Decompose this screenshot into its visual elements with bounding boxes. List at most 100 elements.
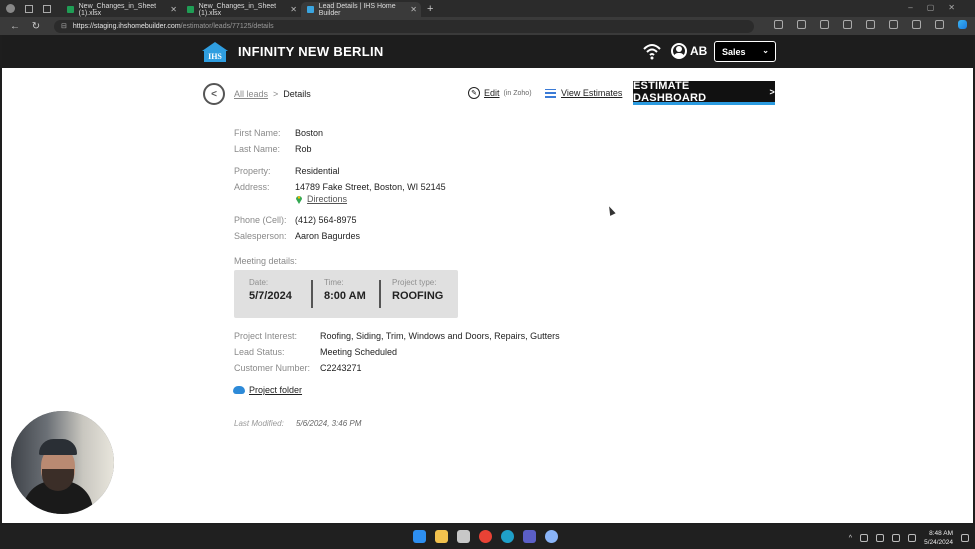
estimate-dashboard-button[interactable]: ESTIMATE DASHBOARD > [633,79,775,105]
extensions-icon[interactable] [912,20,921,29]
close-tab-icon[interactable]: ✕ [410,5,417,14]
taskbar-clock[interactable]: 8:48 AM 5/24/2024 [924,529,953,547]
notification-bell-icon[interactable] [961,534,969,542]
view-estimates-link[interactable]: View Estimates [561,88,622,98]
network-icon[interactable] [876,534,885,542]
tab-title: New_Changes_in_Sheet (1).xlsx [78,2,157,17]
browser-tab-1[interactable]: New_Changes_in_Sheet (1).xlsx ✕ [61,2,181,17]
settings-icon[interactable] [545,530,558,543]
split-screen-icon[interactable] [843,20,852,29]
last-modified: Last Modified: 5/6/2024, 3:46 PM [234,419,361,428]
estimate-dashboard-label: ESTIMATE DASHBOARD [633,79,707,104]
property-label: Property: [234,166,271,176]
new-tab-icon[interactable]: + [427,3,433,15]
role-select[interactable]: Sales ⌄ [714,41,776,62]
address-label: Address: [234,182,270,192]
site-header: IHS INFINITY NEW BERLIN AB Sales ⌄ [2,35,973,68]
project-type-label: Project type: [392,278,437,287]
phone-label: Phone (Cell): [234,215,287,225]
chevron-left-icon: < [211,88,217,100]
address-bar-row: ← ↻ ⊟ https://staging.ihshomebuilder.com… [0,17,975,35]
read-aloud-icon[interactable] [797,20,806,29]
tab-title: New_Changes_in_Sheet (1).xlsx [198,2,277,17]
onedrive-cloud-icon [233,386,245,394]
lead-status-value: Meeting Scheduled [320,347,398,357]
favorite-star-icon[interactable] [820,20,829,29]
url-host: https://staging.ihshomebuilder.com [72,22,181,30]
project-interest-label: Project Interest: [234,331,298,341]
browser-tab-strip: New_Changes_in_Sheet (1).xlsx ✕ New_Chan… [0,0,975,17]
edit-in-zoho: ✎ Edit (in Zoho) [468,87,532,99]
more-menu-icon[interactable] [935,20,944,29]
back-arrow-icon[interactable]: ← [9,21,21,32]
back-button[interactable]: < [203,83,225,105]
phone-value[interactable]: (412) 564-8975 [295,215,357,225]
taskbar: ^ 8:48 AM 5/24/2024 [0,525,975,549]
project-interest-value: Roofing, Siding, Trim, Windows and Doors… [320,331,560,341]
browser-toolbar [774,20,967,29]
view-estimates: View Estimates [545,88,622,98]
browser-tab-2[interactable]: New_Changes_in_Sheet (1).xlsx ✕ [181,2,301,17]
breadcrumb: All leads > Details [234,89,311,99]
windows-start-icon[interactable] [413,530,426,543]
favorites-icon[interactable] [866,20,875,29]
meeting-date: Date: 5/7/2024 [249,278,292,302]
tab-actions-icon[interactable] [43,4,51,13]
close-tab-icon[interactable]: ✕ [290,5,297,14]
meeting-date-label: Date: [249,278,269,287]
browser-tab-3[interactable]: Lead Details | IHS Home Builder ✕ [301,2,421,17]
workspaces-icon[interactable] [25,4,33,13]
clock-time: 8:48 AM [929,530,953,537]
address-value: 14789 Fake Street, Boston, WI 52145 [295,182,446,192]
chevron-up-icon[interactable]: ^ [849,535,852,542]
breadcrumb-current: Details [283,89,311,99]
divider [311,280,313,308]
teams-icon[interactable] [523,530,536,543]
tab-title: Lead Details | IHS Home Builder [318,2,396,17]
lead-status-label: Lead Status: [234,347,285,357]
directions-link[interactable]: Directions [307,194,347,204]
meeting-date-value: 5/7/2024 [249,290,292,302]
battery-icon[interactable] [908,534,917,542]
wifi-icon[interactable] [642,42,662,60]
map-pin-icon [296,196,302,204]
edit-link[interactable]: Edit [484,88,500,98]
project-folder-link[interactable]: Project folder [249,385,302,395]
edit-pencil-icon[interactable]: ✎ [468,87,480,99]
user-initials[interactable]: AB [690,44,707,58]
calendar-icon[interactable] [457,530,470,543]
close-tab-icon[interactable]: ✕ [170,5,177,14]
divider [379,280,381,308]
first-name-label: First Name: [234,128,281,138]
clock-date: 5/24/2024 [924,539,953,546]
url-field[interactable]: ⊟ https://staging.ihshomebuilder.com/est… [54,19,754,33]
edge-icon[interactable] [501,530,514,543]
app-available-icon[interactable] [774,20,783,29]
breadcrumb-all-leads[interactable]: All leads [234,89,268,99]
customer-number-value: C2243271 [320,363,362,373]
profile-icon[interactable] [6,4,15,13]
file-explorer-icon[interactable] [435,530,448,543]
lead-details-page: < All leads > Details ✎ Edit (in Zoho) V… [2,68,973,523]
user-avatar-icon[interactable] [671,43,687,59]
chevron-right-icon: > [769,86,775,97]
salesperson-value: Aaron Bagurdes [295,231,361,241]
collections-icon[interactable] [889,20,898,29]
system-tray: ^ 8:48 AM 5/24/2024 [849,529,969,547]
meeting-project-type: Project type: ROOFING [392,278,443,302]
directions-link-group: Directions [295,194,347,204]
chrome-icon[interactable] [479,530,492,543]
breadcrumb-separator: > [273,89,279,99]
microphone-icon[interactable] [860,534,869,542]
role-value: Sales [722,46,746,57]
taskbar-apps [413,530,558,543]
salesperson-label: Salesperson: [234,231,287,241]
property-value: Residential [295,166,340,176]
lock-icon[interactable]: ⊟ [61,22,67,30]
reload-icon[interactable]: ↻ [30,21,42,32]
window-controls[interactable]: –▢✕ [908,3,969,12]
copilot-icon[interactable] [958,20,967,29]
list-icon[interactable] [545,88,556,98]
ihs-icon [307,6,314,13]
volume-icon[interactable] [892,534,901,542]
